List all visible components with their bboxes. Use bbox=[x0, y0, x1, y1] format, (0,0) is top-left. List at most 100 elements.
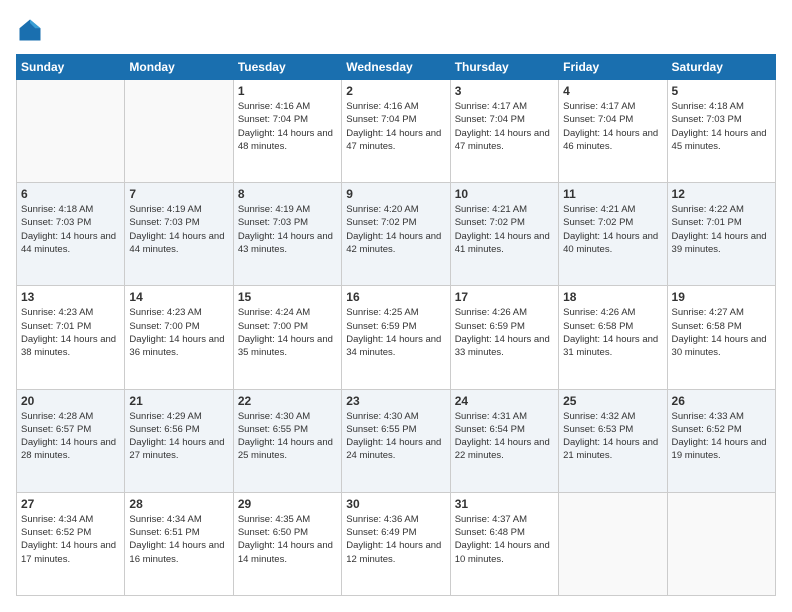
day-number: 11 bbox=[563, 187, 662, 201]
calendar-cell: 25 Sunrise: 4:32 AMSunset: 6:53 PMDayligh… bbox=[559, 389, 667, 492]
calendar-cell: 27 Sunrise: 4:34 AMSunset: 6:52 PMDayligh… bbox=[17, 492, 125, 595]
calendar-cell: 20 Sunrise: 4:28 AMSunset: 6:57 PMDayligh… bbox=[17, 389, 125, 492]
day-info: Sunrise: 4:28 AMSunset: 6:57 PMDaylight:… bbox=[21, 410, 120, 463]
day-number: 24 bbox=[455, 394, 554, 408]
day-number: 5 bbox=[672, 84, 771, 98]
calendar-cell bbox=[667, 492, 775, 595]
day-info: Sunrise: 4:27 AMSunset: 6:58 PMDaylight:… bbox=[672, 306, 771, 359]
day-info: Sunrise: 4:17 AMSunset: 7:04 PMDaylight:… bbox=[563, 100, 662, 153]
calendar-cell: 19 Sunrise: 4:27 AMSunset: 6:58 PMDayligh… bbox=[667, 286, 775, 389]
calendar-cell: 24 Sunrise: 4:31 AMSunset: 6:54 PMDayligh… bbox=[450, 389, 558, 492]
day-info: Sunrise: 4:22 AMSunset: 7:01 PMDaylight:… bbox=[672, 203, 771, 256]
day-number: 3 bbox=[455, 84, 554, 98]
calendar-cell: 5 Sunrise: 4:18 AMSunset: 7:03 PMDaylight… bbox=[667, 80, 775, 183]
day-number: 19 bbox=[672, 290, 771, 304]
day-info: Sunrise: 4:30 AMSunset: 6:55 PMDaylight:… bbox=[346, 410, 445, 463]
day-info: Sunrise: 4:29 AMSunset: 6:56 PMDaylight:… bbox=[129, 410, 228, 463]
day-info: Sunrise: 4:20 AMSunset: 7:02 PMDaylight:… bbox=[346, 203, 445, 256]
day-number: 10 bbox=[455, 187, 554, 201]
day-number: 30 bbox=[346, 497, 445, 511]
calendar-body: 1Sunrise: 4:16 AMSunset: 7:04 PMDaylight… bbox=[17, 80, 776, 596]
calendar-cell: 13 Sunrise: 4:23 AMSunset: 7:01 PMDayligh… bbox=[17, 286, 125, 389]
day-number: 13 bbox=[21, 290, 120, 304]
calendar-cell: 31 Sunrise: 4:37 AMSunset: 6:48 PMDayligh… bbox=[450, 492, 558, 595]
day-info: Sunrise: 4:19 AMSunset: 7:03 PMDaylight:… bbox=[129, 203, 228, 256]
day-info: Sunrise: 4:34 AMSunset: 6:51 PMDaylight:… bbox=[129, 513, 228, 566]
day-info: Sunrise: 4:23 AMSunset: 7:01 PMDaylight:… bbox=[21, 306, 120, 359]
weekday-header-row: SundayMondayTuesdayWednesdayThursdayFrid… bbox=[17, 55, 776, 80]
calendar-cell: 17 Sunrise: 4:26 AMSunset: 6:59 PMDayligh… bbox=[450, 286, 558, 389]
calendar-week-row: 20 Sunrise: 4:28 AMSunset: 6:57 PMDayligh… bbox=[17, 389, 776, 492]
day-number: 6 bbox=[21, 187, 120, 201]
weekday-header-cell: Friday bbox=[559, 55, 667, 80]
calendar-cell: 10 Sunrise: 4:21 AMSunset: 7:02 PMDayligh… bbox=[450, 183, 558, 286]
calendar-cell bbox=[559, 492, 667, 595]
calendar-cell: 14 Sunrise: 4:23 AMSunset: 7:00 PMDayligh… bbox=[125, 286, 233, 389]
calendar-cell: 28 Sunrise: 4:34 AMSunset: 6:51 PMDayligh… bbox=[125, 492, 233, 595]
calendar-week-row: 1Sunrise: 4:16 AMSunset: 7:04 PMDaylight… bbox=[17, 80, 776, 183]
calendar-cell: 2Sunrise: 4:16 AMSunset: 7:04 PMDaylight… bbox=[342, 80, 450, 183]
logo bbox=[16, 16, 48, 44]
day-info: Sunrise: 4:21 AMSunset: 7:02 PMDaylight:… bbox=[563, 203, 662, 256]
day-number: 12 bbox=[672, 187, 771, 201]
calendar-cell: 11 Sunrise: 4:21 AMSunset: 7:02 PMDayligh… bbox=[559, 183, 667, 286]
calendar-cell: 26Sunrise: 4:33 AMSunset: 6:52 PMDayligh… bbox=[667, 389, 775, 492]
weekday-header-cell: Tuesday bbox=[233, 55, 341, 80]
day-number: 31 bbox=[455, 497, 554, 511]
day-info: Sunrise: 4:24 AMSunset: 7:00 PMDaylight:… bbox=[238, 306, 337, 359]
day-number: 7 bbox=[129, 187, 228, 201]
day-info: Sunrise: 4:36 AMSunset: 6:49 PMDaylight:… bbox=[346, 513, 445, 566]
day-number: 26 bbox=[672, 394, 771, 408]
day-number: 27 bbox=[21, 497, 120, 511]
day-number: 8 bbox=[238, 187, 337, 201]
calendar-cell: 4Sunrise: 4:17 AMSunset: 7:04 PMDaylight… bbox=[559, 80, 667, 183]
day-info: Sunrise: 4:26 AMSunset: 6:58 PMDaylight:… bbox=[563, 306, 662, 359]
calendar-cell: 6 Sunrise: 4:18 AMSunset: 7:03 PMDaylight… bbox=[17, 183, 125, 286]
weekday-header-cell: Wednesday bbox=[342, 55, 450, 80]
day-number: 16 bbox=[346, 290, 445, 304]
calendar-cell: 21 Sunrise: 4:29 AMSunset: 6:56 PMDayligh… bbox=[125, 389, 233, 492]
day-number: 20 bbox=[21, 394, 120, 408]
day-number: 21 bbox=[129, 394, 228, 408]
day-number: 2 bbox=[346, 84, 445, 98]
day-info: Sunrise: 4:18 AMSunset: 7:03 PMDaylight:… bbox=[672, 100, 771, 153]
day-number: 15 bbox=[238, 290, 337, 304]
day-number: 23 bbox=[346, 394, 445, 408]
day-info: Sunrise: 4:34 AMSunset: 6:52 PMDaylight:… bbox=[21, 513, 120, 566]
day-info: Sunrise: 4:21 AMSunset: 7:02 PMDaylight:… bbox=[455, 203, 554, 256]
calendar-cell: 9 Sunrise: 4:20 AMSunset: 7:02 PMDaylight… bbox=[342, 183, 450, 286]
day-number: 28 bbox=[129, 497, 228, 511]
day-info: Sunrise: 4:25 AMSunset: 6:59 PMDaylight:… bbox=[346, 306, 445, 359]
day-info: Sunrise: 4:23 AMSunset: 7:00 PMDaylight:… bbox=[129, 306, 228, 359]
day-number: 1 bbox=[238, 84, 337, 98]
day-info: Sunrise: 4:32 AMSunset: 6:53 PMDaylight:… bbox=[563, 410, 662, 463]
day-info: Sunrise: 4:19 AMSunset: 7:03 PMDaylight:… bbox=[238, 203, 337, 256]
day-info: Sunrise: 4:31 AMSunset: 6:54 PMDaylight:… bbox=[455, 410, 554, 463]
header bbox=[16, 16, 776, 44]
calendar-cell: 23 Sunrise: 4:30 AMSunset: 6:55 PMDayligh… bbox=[342, 389, 450, 492]
calendar-cell: 22Sunrise: 4:30 AMSunset: 6:55 PMDayligh… bbox=[233, 389, 341, 492]
day-number: 25 bbox=[563, 394, 662, 408]
calendar-cell: 3Sunrise: 4:17 AMSunset: 7:04 PMDaylight… bbox=[450, 80, 558, 183]
calendar-cell: 15 Sunrise: 4:24 AMSunset: 7:00 PMDayligh… bbox=[233, 286, 341, 389]
calendar-cell: 1Sunrise: 4:16 AMSunset: 7:04 PMDaylight… bbox=[233, 80, 341, 183]
day-number: 9 bbox=[346, 187, 445, 201]
day-info: Sunrise: 4:30 AMSunset: 6:55 PMDaylight:… bbox=[238, 410, 337, 463]
calendar-cell: 16 Sunrise: 4:25 AMSunset: 6:59 PMDayligh… bbox=[342, 286, 450, 389]
calendar-week-row: 27 Sunrise: 4:34 AMSunset: 6:52 PMDayligh… bbox=[17, 492, 776, 595]
page: SundayMondayTuesdayWednesdayThursdayFrid… bbox=[0, 0, 792, 612]
calendar-week-row: 13 Sunrise: 4:23 AMSunset: 7:01 PMDayligh… bbox=[17, 286, 776, 389]
weekday-header-cell: Sunday bbox=[17, 55, 125, 80]
logo-icon bbox=[16, 16, 44, 44]
calendar-cell: 29Sunrise: 4:35 AMSunset: 6:50 PMDayligh… bbox=[233, 492, 341, 595]
day-number: 18 bbox=[563, 290, 662, 304]
weekday-header-cell: Monday bbox=[125, 55, 233, 80]
calendar-cell: 18 Sunrise: 4:26 AMSunset: 6:58 PMDayligh… bbox=[559, 286, 667, 389]
day-info: Sunrise: 4:37 AMSunset: 6:48 PMDaylight:… bbox=[455, 513, 554, 566]
day-info: Sunrise: 4:26 AMSunset: 6:59 PMDaylight:… bbox=[455, 306, 554, 359]
calendar-cell: 12 Sunrise: 4:22 AMSunset: 7:01 PMDayligh… bbox=[667, 183, 775, 286]
day-number: 17 bbox=[455, 290, 554, 304]
day-info: Sunrise: 4:18 AMSunset: 7:03 PMDaylight:… bbox=[21, 203, 120, 256]
weekday-header-cell: Thursday bbox=[450, 55, 558, 80]
day-number: 14 bbox=[129, 290, 228, 304]
